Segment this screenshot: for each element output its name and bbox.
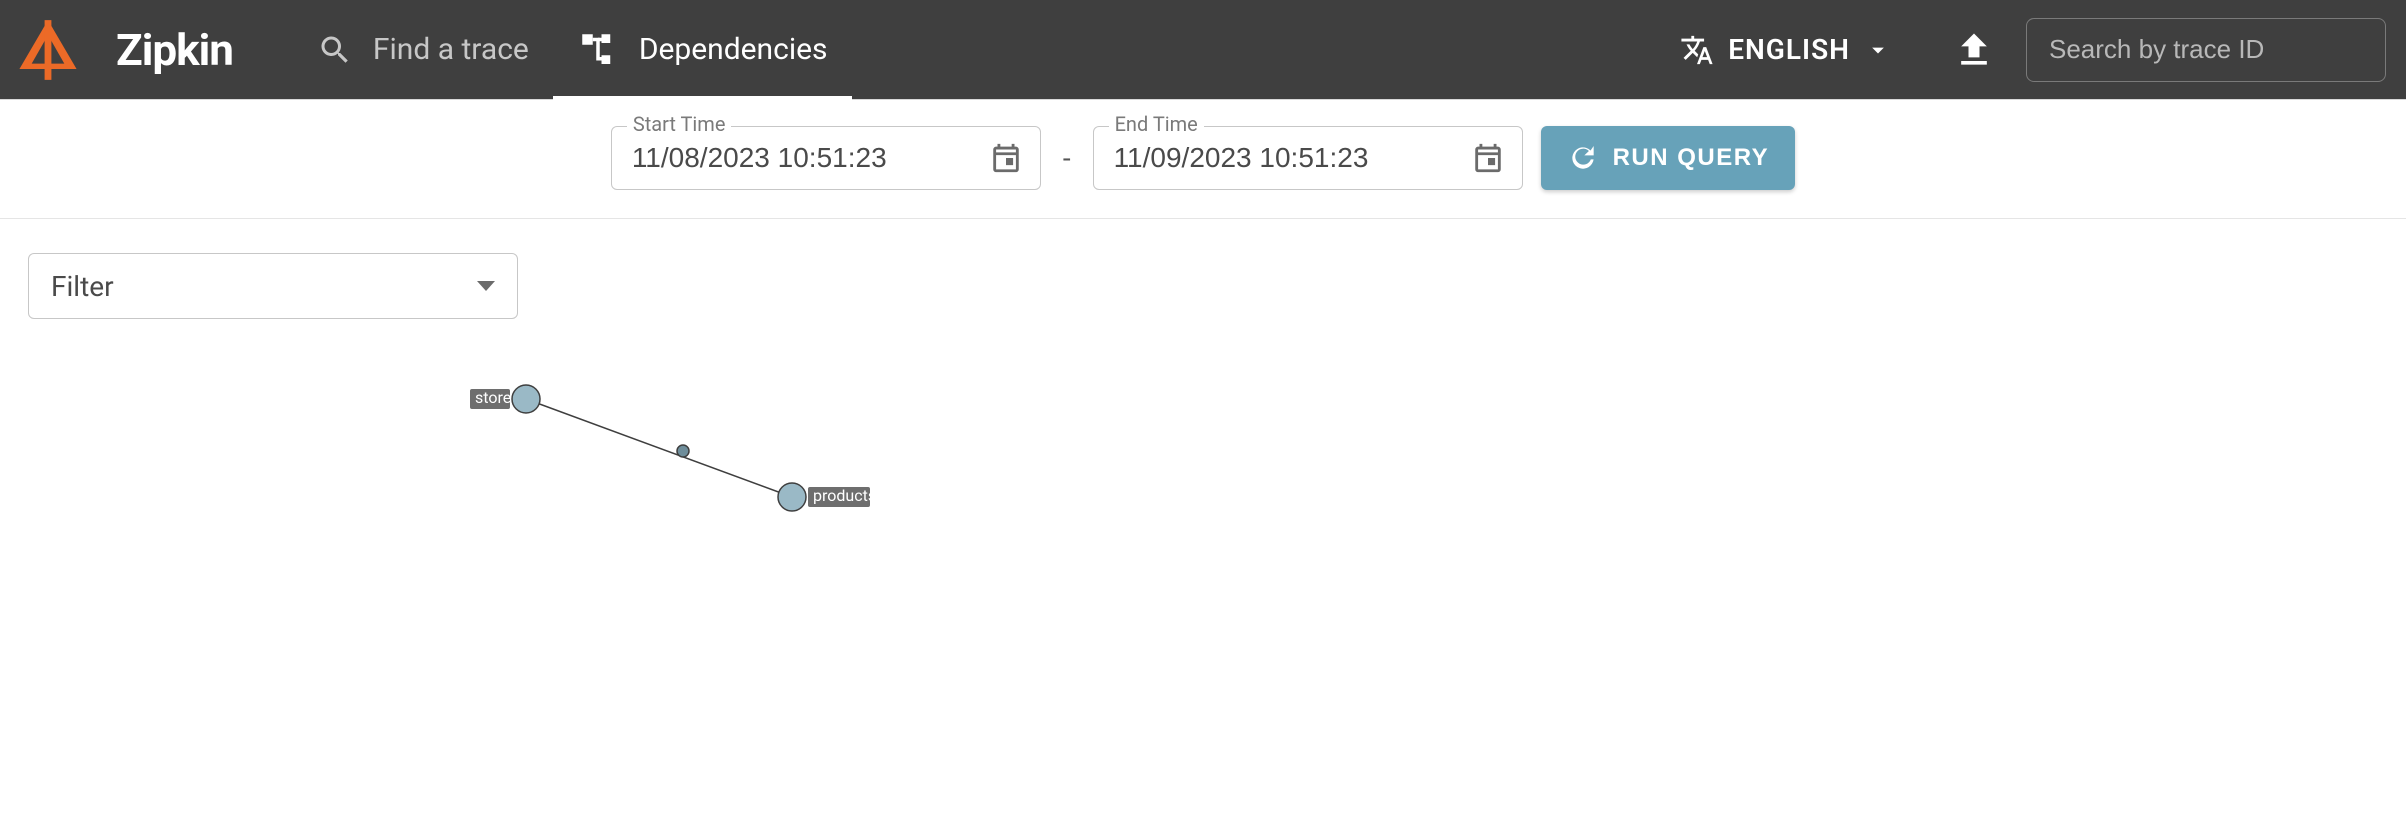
graph-node-products-label: products (813, 486, 876, 505)
calendar-icon[interactable] (989, 141, 1023, 175)
logo-group: Zipkin (14, 16, 293, 84)
main-nav: Find a trace Dependencies (293, 0, 852, 99)
calendar-icon[interactable] (1471, 141, 1505, 175)
zipkin-logo-icon (14, 16, 82, 84)
chevron-down-icon (1864, 36, 1892, 64)
start-time-label: Start Time (627, 112, 732, 136)
search-icon (317, 32, 353, 68)
language-name: ENGLISH (1728, 33, 1850, 66)
content-area: Filter store products (0, 219, 2406, 623)
app-title: Zipkin (116, 24, 233, 76)
dependency-graph: store products (28, 369, 2378, 589)
graph-edge-midpoint (677, 445, 689, 457)
run-query-button[interactable]: RUN QUERY (1541, 126, 1796, 190)
dependencies-icon (577, 29, 619, 71)
upload-button[interactable] (1922, 28, 2026, 72)
graph-node-store[interactable]: store (470, 385, 540, 413)
app-header: Zipkin Find a trace Dependencies ENGLISH (0, 0, 2406, 100)
search-trace-wrap (2026, 18, 2386, 82)
range-dash: - (1059, 142, 1075, 175)
graph-edge (526, 399, 792, 497)
query-bar: Start Time - End Time RUN QUERY (0, 100, 2406, 219)
nav-find-trace[interactable]: Find a trace (293, 0, 553, 99)
nav-find-label: Find a trace (373, 32, 529, 67)
upload-icon (1952, 28, 1996, 72)
filter-select[interactable]: Filter (28, 253, 518, 319)
graph-node-products[interactable]: products (778, 483, 876, 511)
translate-icon (1680, 33, 1714, 67)
filter-label: Filter (51, 270, 114, 303)
start-time-field: Start Time (611, 126, 1041, 190)
dropdown-caret-icon (477, 281, 495, 291)
end-time-field: End Time (1093, 126, 1523, 190)
refresh-icon (1567, 142, 1599, 174)
nav-dependencies[interactable]: Dependencies (553, 0, 852, 99)
language-selector[interactable]: ENGLISH (1650, 33, 1922, 67)
run-query-label: RUN QUERY (1613, 144, 1770, 172)
nav-dependencies-label: Dependencies (639, 32, 828, 67)
graph-node-store-label: store (475, 388, 511, 407)
end-time-label: End Time (1109, 112, 1204, 136)
search-trace-input[interactable] (2026, 18, 2386, 82)
